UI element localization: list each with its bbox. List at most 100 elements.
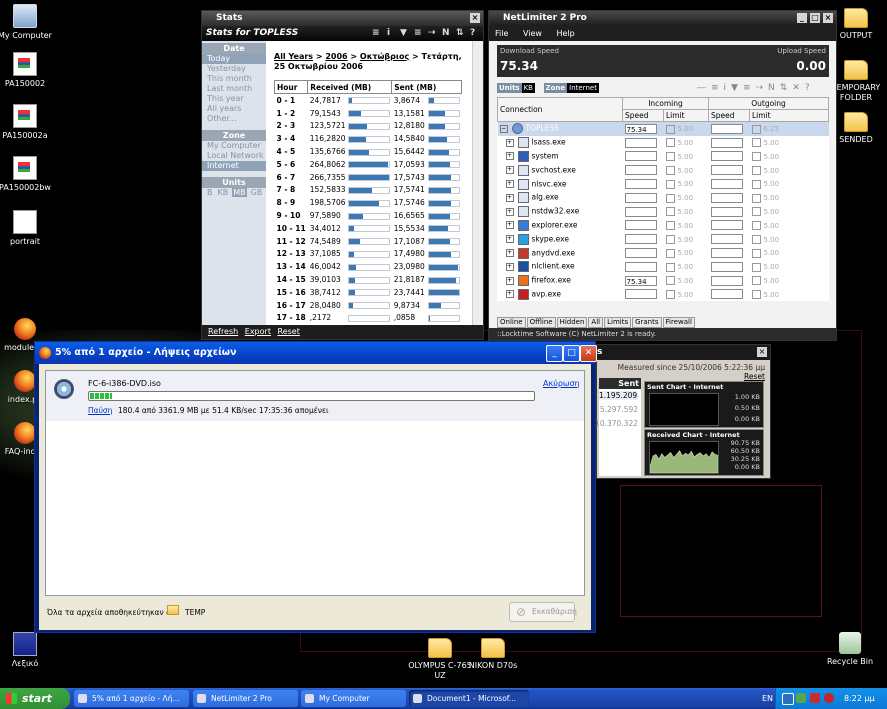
downloads-titlebar[interactable]: 5% από 1 αρχείο - Λήψεις αρχείων	[35, 342, 595, 364]
table-row[interactable]: 6 - 7 266,7355 17,5743	[275, 171, 462, 184]
in-limit[interactable]: 5.00	[678, 277, 694, 285]
out-limit[interactable]: 5.00	[764, 139, 780, 147]
date-filter-other-[interactable]: Other...	[202, 114, 266, 124]
expand-icon[interactable]: +	[505, 180, 514, 189]
app-row[interactable]: + nstdw32.exe 5.00 5.00	[498, 205, 829, 219]
refresh-link[interactable]: Refresh	[208, 327, 238, 336]
minimize-button[interactable]: _	[546, 345, 563, 362]
in-limit[interactable]: 5.00	[678, 180, 694, 188]
app-row[interactable]: + alg.exe 5.00 5.00	[498, 191, 829, 205]
desktop-icon[interactable]: My Computer	[0, 4, 58, 41]
expand-icon[interactable]: +	[505, 221, 514, 230]
chart-window-titlebar[interactable]: s ×	[597, 345, 770, 360]
unit-b[interactable]: B	[206, 188, 214, 197]
menu-file[interactable]: File	[495, 29, 508, 38]
date-filter-yesterday[interactable]: Yesterday	[202, 64, 266, 74]
expand-icon[interactable]: +	[505, 193, 514, 202]
desktop-icon[interactable]: portrait	[0, 210, 58, 247]
cancel-link[interactable]: Ακύρωση	[543, 379, 580, 388]
zone-select[interactable]: Internet	[567, 83, 599, 93]
clear-button[interactable]: Εκκαθάριση	[509, 602, 577, 622]
in-limit[interactable]: 5.00	[678, 167, 694, 175]
netlimiter-window[interactable]: NetLimiter 2 Pro × □ _ File View Help Do…	[488, 10, 837, 341]
zone-filter-local-network[interactable]: Local Network	[202, 151, 266, 161]
maximize-icon[interactable]: □	[810, 13, 820, 23]
tab-online[interactable]: Online	[497, 317, 526, 328]
date-filter-this-month[interactable]: This month	[202, 74, 266, 84]
in-limit[interactable]: 5.00	[678, 249, 694, 257]
table-row[interactable]: 9 - 10 97,5890 16,6565	[275, 209, 462, 222]
language-indicator[interactable]: EN	[762, 688, 773, 709]
netlimiter-icon[interactable]: N	[442, 29, 451, 38]
taskbar-button[interactable]: My Computer	[301, 690, 406, 707]
antivirus-tray-icon[interactable]	[810, 693, 820, 703]
in-limit-checkbox[interactable]	[665, 248, 675, 258]
out-limit-checkbox[interactable]	[751, 179, 761, 189]
col-in-speed[interactable]: Speed	[622, 109, 664, 122]
in-limit-checkbox[interactable]	[665, 207, 675, 217]
tab-limits[interactable]: Limits	[604, 317, 632, 328]
zone-filter-internet[interactable]: Internet	[202, 161, 266, 171]
date-filter-all-years[interactable]: All years	[202, 104, 266, 114]
maximize-button[interactable]: □	[563, 345, 580, 362]
tab-all[interactable]: All	[588, 317, 604, 328]
zone-filter-my-computer[interactable]: My Computer	[202, 141, 266, 151]
in-limit[interactable]: 5.00	[678, 291, 694, 299]
table-row[interactable]: 4 - 5 135,6766 15,6442	[275, 145, 462, 158]
breadcrumb-all-years[interactable]: All Years	[274, 52, 313, 61]
desktop-icon[interactable]: PA150002	[0, 52, 58, 89]
col-hour[interactable]: Hour	[273, 80, 309, 94]
col-sent[interactable]: Sent (MB)	[391, 80, 463, 94]
stats-titlebar[interactable]: Stats ×	[202, 11, 483, 26]
out-limit[interactable]: 5.00	[764, 236, 780, 244]
app-row[interactable]: + skype.exe 5.00 5.00	[498, 232, 829, 246]
col-out-limit[interactable]: Limit	[749, 109, 829, 122]
date-filter-today[interactable]: Today	[202, 54, 266, 64]
expand-icon[interactable]: +	[505, 290, 514, 299]
col-connection[interactable]: Connection	[497, 97, 623, 122]
download-item[interactable]: FC-6-i386-DVD.iso Ακύρωση Παύση 180.4 απ…	[46, 371, 584, 421]
desktop-icon[interactable]: PA150002a	[0, 104, 58, 141]
date-filter-this-year[interactable]: This year	[202, 94, 266, 104]
in-limit-checkbox[interactable]	[665, 193, 675, 203]
list-icon[interactable]: ≡	[414, 29, 423, 38]
col-incoming[interactable]: Incoming	[622, 97, 709, 110]
col-out-speed[interactable]: Speed	[708, 109, 750, 122]
in-limit-checkbox[interactable]	[665, 235, 675, 245]
root-row[interactable]: − TOPLESS 75.34 5.00 6.25	[497, 121, 829, 136]
out-limit[interactable]: 5.00	[764, 291, 780, 299]
table-row[interactable]: 0 - 1 24,7817 3,8674	[275, 94, 462, 107]
in-limit-checkbox[interactable]	[665, 152, 675, 162]
downloads-window[interactable]: 5% από 1 αρχείο - Λήψεις αρχείων _ □ ✕ F…	[34, 341, 597, 633]
help-icon[interactable]: ?	[470, 29, 479, 38]
date-filter-last-month[interactable]: Last month	[202, 84, 266, 94]
table-row[interactable]: 1 - 2 79,1543 13,1581	[275, 107, 462, 120]
app-row[interactable]: + firefox.exe 75.34 5.00 5.00	[498, 274, 829, 288]
export-link[interactable]: Export	[245, 327, 271, 336]
stats-scrollbar[interactable]	[472, 41, 483, 325]
app-row[interactable]: + svchost.exe 5.00 5.00	[498, 163, 829, 177]
desktop-icon[interactable]: PA150002bw	[0, 156, 58, 193]
pause-link[interactable]: Παύση	[88, 406, 112, 415]
app-row[interactable]: + explorer.exe 5.00 5.00	[498, 219, 829, 233]
table-row[interactable]: 15 - 16 38,7412 23,7441	[275, 286, 462, 299]
expand-icon[interactable]: +	[505, 166, 514, 175]
col-outgoing[interactable]: Outgoing	[708, 97, 829, 110]
app-row[interactable]: + avp.exe 5.00 5.00	[498, 288, 829, 302]
unit-gb[interactable]: GB	[250, 188, 264, 197]
unit-kb[interactable]: KB	[217, 188, 230, 197]
netlimiter-tray-icon[interactable]	[782, 693, 794, 705]
tab-offline[interactable]: Offline	[526, 317, 556, 328]
alert-tray-icon[interactable]	[824, 693, 834, 703]
table-row[interactable]: 16 - 17 28,0480 9,8734	[275, 299, 462, 312]
in-limit-checkbox[interactable]	[665, 290, 675, 300]
list-icon[interactable]: ≡	[372, 29, 381, 38]
expand-icon[interactable]: +	[505, 235, 514, 244]
table-row[interactable]: 12 - 13 37,1085 17,4980	[275, 248, 462, 261]
in-limit-checkbox[interactable]	[665, 138, 675, 148]
network-tray-icon[interactable]	[796, 693, 806, 703]
in-limit[interactable]: 5.00	[678, 139, 694, 147]
expand-icon[interactable]: +	[505, 207, 514, 216]
saved-folder[interactable]: TEMP	[185, 608, 205, 617]
in-limit-checkbox[interactable]	[665, 276, 675, 286]
